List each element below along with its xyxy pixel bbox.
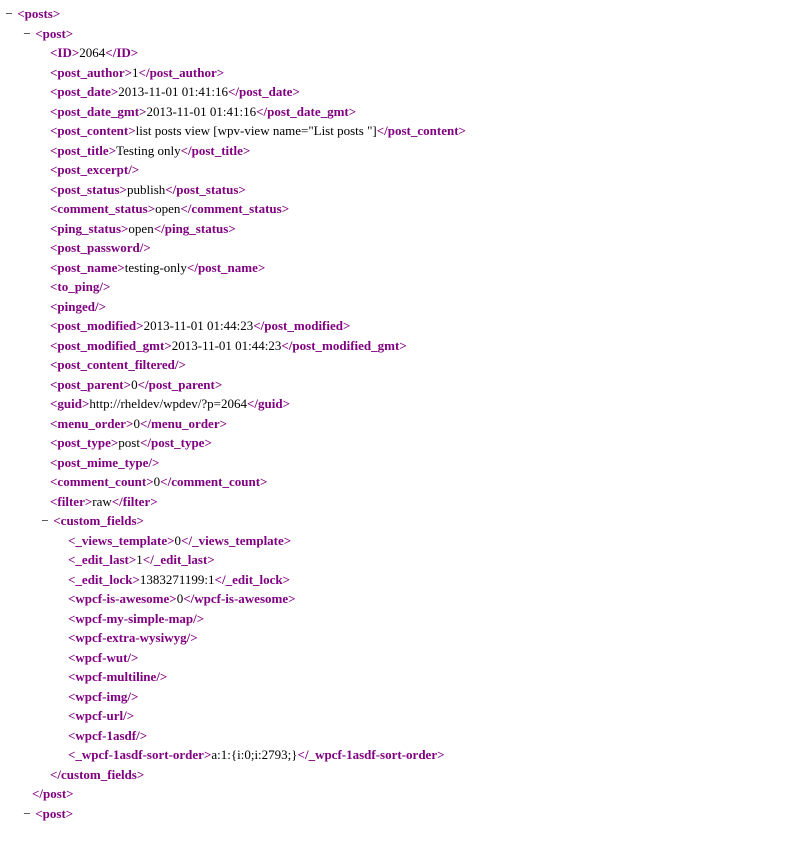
xml-node-post-open: − <post>: [4, 24, 801, 44]
xml-node-post-type: <post_type>post</post_type>: [4, 433, 801, 453]
xml-node-post-author: <post_author>1</post_author>: [4, 63, 801, 83]
xml-node-custom-fields-open: − <custom_fields>: [4, 511, 801, 531]
xml-node-to-ping: <to_ping/>: [4, 277, 801, 297]
xml-node-post-date-gmt: <post_date_gmt>2013-11-01 01:41:16</post…: [4, 102, 801, 122]
collapse-toggle-icon[interactable]: −: [4, 4, 14, 24]
xml-node-post-password: <post_password/>: [4, 238, 801, 258]
xml-node-ping-status: <ping_status>open</ping_status>: [4, 219, 801, 239]
xml-node-edit-lock: <_edit_lock>1383271199:1</_edit_lock>: [4, 570, 801, 590]
xml-node-custom-fields-close: </custom_fields>: [4, 765, 801, 785]
xml-node-wpcf-extra-wysiwyg: <wpcf-extra-wysiwyg/>: [4, 628, 801, 648]
xml-node-wpcf-is-awesome: <wpcf-is-awesome>0</wpcf-is-awesome>: [4, 589, 801, 609]
xml-node-posts-open: − <posts>: [4, 4, 801, 24]
xml-node-comment-count: <comment_count>0</comment_count>: [4, 472, 801, 492]
xml-node-wpcf-1asdf-sort-order: <_wpcf-1asdf-sort-order>a:1:{i:0;i:2793;…: [4, 745, 801, 765]
xml-node-post-name: <post_name>testing-only</post_name>: [4, 258, 801, 278]
xml-node-post-mime-type: <post_mime_type/>: [4, 453, 801, 473]
xml-node-comment-status: <comment_status>open</comment_status>: [4, 199, 801, 219]
xml-node-post-content: <post_content>list posts view [wpv-view …: [4, 121, 801, 141]
xml-node-edit-last: <_edit_last>1</_edit_last>: [4, 550, 801, 570]
xml-tag: <posts>: [17, 6, 60, 21]
xml-node-wpcf-multiline: <wpcf-multiline/>: [4, 667, 801, 687]
xml-node-post-modified-gmt: <post_modified_gmt>2013-11-01 01:44:23</…: [4, 336, 801, 356]
xml-node-pinged: <pinged/>: [4, 297, 801, 317]
xml-node-post-date: <post_date>2013-11-01 01:41:16</post_dat…: [4, 82, 801, 102]
xml-node-filter: <filter>raw</filter>: [4, 492, 801, 512]
xml-node-wpcf-wut: <wpcf-wut/>: [4, 648, 801, 668]
collapse-toggle-icon[interactable]: −: [22, 24, 32, 44]
xml-node-views-template: <_views_template>0</_views_template>: [4, 531, 801, 551]
collapse-toggle-icon[interactable]: −: [40, 511, 50, 531]
xml-node-post-close: </post>: [4, 784, 801, 804]
xml-node-wpcf-url: <wpcf-url/>: [4, 706, 801, 726]
collapse-toggle-icon[interactable]: −: [22, 804, 32, 824]
xml-node-post-content-filtered: <post_content_filtered/>: [4, 355, 801, 375]
xml-node-menu-order: <menu_order>0</menu_order>: [4, 414, 801, 434]
xml-node-post-excerpt: <post_excerpt/>: [4, 160, 801, 180]
xml-node-post-parent: <post_parent>0</post_parent>: [4, 375, 801, 395]
xml-node-wpcf-1asdf: <wpcf-1asdf/>: [4, 726, 801, 746]
xml-node-post-status: <post_status>publish</post_status>: [4, 180, 801, 200]
xml-node-post-title: <post_title>Testing only</post_title>: [4, 141, 801, 161]
xml-node-wpcf-my-simple-map: <wpcf-my-simple-map/>: [4, 609, 801, 629]
xml-tag: <post>: [35, 26, 73, 41]
xml-node-id: <ID>2064</ID>: [4, 43, 801, 63]
xml-node-post-modified: <post_modified>2013-11-01 01:44:23</post…: [4, 316, 801, 336]
xml-node-guid: <guid>http://rheldev/wpdev/?p=2064</guid…: [4, 394, 801, 414]
xml-node-wpcf-img: <wpcf-img/>: [4, 687, 801, 707]
xml-node-post-open-2: − <post>: [4, 804, 801, 824]
